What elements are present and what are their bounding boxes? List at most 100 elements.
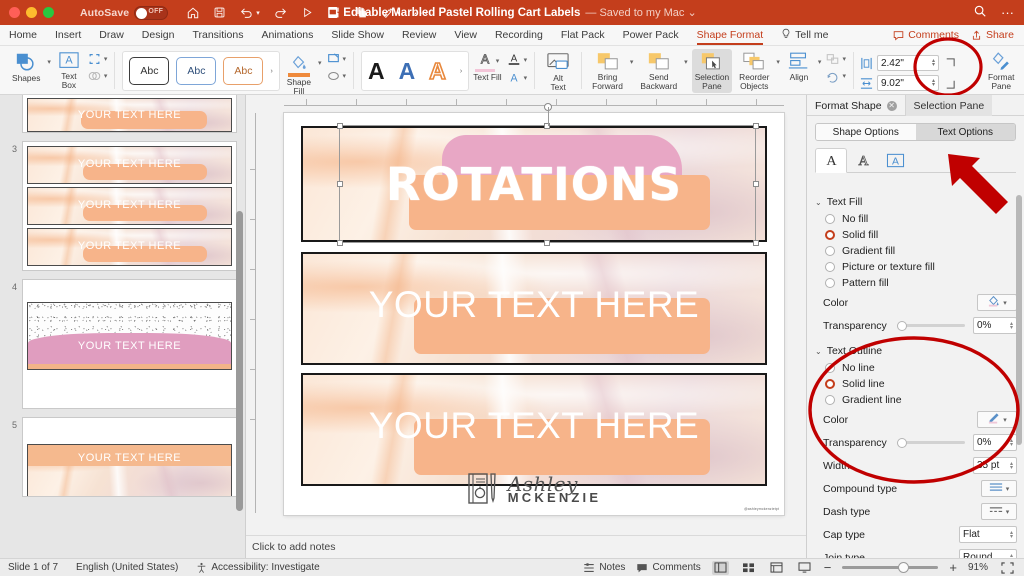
bring-forward-dropdown-icon[interactable]: ▾ bbox=[630, 58, 634, 66]
text-fill-picture-fill[interactable]: Picture or texture fill bbox=[807, 259, 1024, 275]
search-icon[interactable] bbox=[973, 4, 987, 21]
width-stepper[interactable]: ▴ ▾ bbox=[1010, 461, 1013, 471]
text-outline-dropdown-icon[interactable]: ▾ bbox=[524, 56, 528, 64]
selection-pane-tab[interactable]: Selection Pane bbox=[904, 95, 993, 116]
chevron-down-icon[interactable]: ⌄ bbox=[815, 198, 822, 207]
send-backward-dropdown-icon[interactable]: ▾ bbox=[684, 58, 688, 66]
slide-canvas[interactable]: ROTATIONS YOUR TEXT HERE YOUR TEXT HERE … bbox=[284, 103, 784, 515]
rotate-objects-button[interactable]: ▾ bbox=[825, 69, 846, 83]
color-dropdown-icon[interactable]: ▾ bbox=[1003, 299, 1007, 307]
thumbnail-row[interactable]: 5 YOUR TEXT HERE bbox=[0, 413, 245, 501]
close-window-button[interactable] bbox=[9, 7, 20, 18]
text-outline-transparency-input[interactable]: 0% ▴ ▾ bbox=[973, 434, 1017, 451]
tab-slide-show[interactable]: Slide Show bbox=[322, 25, 393, 46]
share-button[interactable]: Share bbox=[971, 29, 1014, 41]
slide-thumbnail-5[interactable]: YOUR TEXT HERE bbox=[22, 417, 237, 497]
notes-button[interactable]: Notes bbox=[583, 562, 625, 574]
close-icon[interactable]: ✕ bbox=[886, 100, 897, 111]
slide-thumbnail-3[interactable]: YOUR TEXT HERE YOUR TEXT HERE YOUR TEXT … bbox=[22, 141, 237, 271]
radio-icon[interactable] bbox=[825, 363, 835, 373]
alt-text-button[interactable]: Alt Text bbox=[542, 49, 574, 94]
text-fill-solid-fill[interactable]: Solid fill bbox=[807, 227, 1024, 243]
document-saved-status[interactable]: — Saved to my Mac ⌄ bbox=[585, 6, 696, 19]
format-shape-tab[interactable]: Format Shape ✕ bbox=[807, 95, 905, 116]
home-icon[interactable] bbox=[186, 6, 200, 20]
tab-animations[interactable]: Animations bbox=[252, 25, 322, 46]
text-outline-color-button[interactable]: ▾ bbox=[977, 411, 1017, 428]
slide-thumbnail-2[interactable]: YOUR TEXT HERE bbox=[22, 95, 237, 133]
transparency-stepper[interactable]: ▴ ▾ bbox=[1010, 321, 1013, 331]
minimize-window-button[interactable] bbox=[26, 7, 37, 18]
join-type-select[interactable]: Round ▴▾ bbox=[959, 549, 1017, 558]
fit-slide-button[interactable] bbox=[999, 561, 1016, 575]
tab-shape-format[interactable]: Shape Format bbox=[688, 25, 773, 46]
reorder-objects-button[interactable]: Reorder Objects bbox=[736, 49, 772, 93]
slide-label-3[interactable]: YOUR TEXT HERE bbox=[301, 373, 767, 486]
text-outline-transparency-slider[interactable] bbox=[897, 437, 965, 448]
radio-icon[interactable] bbox=[825, 395, 835, 405]
shape-effects-dropdown-icon[interactable]: ▾ bbox=[343, 72, 347, 80]
text-fill-section-header[interactable]: ⌄ Text Fill bbox=[807, 191, 1024, 211]
radio-icon[interactable] bbox=[825, 246, 835, 256]
shape-style-2[interactable]: Abc bbox=[176, 57, 217, 85]
tab-review[interactable]: Review bbox=[393, 25, 445, 46]
group-objects-dropdown-icon[interactable]: ▾ bbox=[842, 55, 846, 63]
resize-handle-ne[interactable] bbox=[752, 122, 759, 129]
cap-type-select[interactable]: Flat ▴ ▾ bbox=[959, 526, 1017, 543]
dash-type-button[interactable]: ▾ bbox=[981, 503, 1017, 520]
wordart-style-3[interactable]: A bbox=[428, 58, 446, 84]
document-title[interactable]: Editable Marbled Pastel Rolling Cart Lab… bbox=[327, 6, 697, 19]
change-shape-dropdown-icon[interactable]: ▾ bbox=[104, 55, 108, 63]
shape-outline-dropdown-icon[interactable]: ▾ bbox=[343, 55, 347, 63]
zoom-out-button[interactable]: − bbox=[824, 561, 832, 574]
undo-icon[interactable]: ▾ bbox=[239, 6, 260, 19]
tab-insert[interactable]: Insert bbox=[46, 25, 90, 46]
thumbnail-scrollbar[interactable] bbox=[236, 211, 243, 511]
comments-status-button[interactable]: Comments bbox=[636, 562, 701, 574]
shapes-dropdown-icon[interactable]: ▾ bbox=[47, 58, 51, 66]
text-outline-no-line[interactable]: No line bbox=[807, 360, 1024, 376]
height-stepper[interactable]: ▴ ▾ bbox=[932, 58, 935, 68]
present-icon[interactable] bbox=[301, 6, 314, 19]
slide-sorter-view-button[interactable] bbox=[740, 561, 757, 575]
send-backward-button[interactable]: Send Backward bbox=[637, 49, 680, 93]
text-outline-button[interactable]: A ▾ bbox=[506, 52, 528, 67]
width-stepper[interactable]: ▴ ▾ bbox=[932, 78, 935, 88]
tab-flat-pack[interactable]: Flat Pack bbox=[552, 25, 614, 46]
merge-shapes-dropdown-icon[interactable]: ▾ bbox=[104, 72, 108, 80]
selection-box[interactable] bbox=[336, 103, 759, 246]
radio-icon[interactable] bbox=[825, 262, 835, 272]
tab-home[interactable]: Home bbox=[0, 25, 46, 46]
thumbnail-row[interactable]: 3 YOUR TEXT HERE YOUR TEXT HERE YOUR TEX… bbox=[0, 137, 245, 275]
slider-knob[interactable] bbox=[897, 320, 907, 331]
compound-type-button[interactable]: ▾ bbox=[981, 480, 1017, 497]
tab-design[interactable]: Design bbox=[133, 25, 184, 46]
text-fill-dropdown-icon[interactable]: ▾ bbox=[496, 57, 500, 65]
shape-width-input[interactable]: 9.02" ▴ ▾ bbox=[876, 75, 939, 91]
thumbnail-row[interactable]: 2 YOUR TEXT HERE bbox=[0, 95, 245, 137]
chevron-down-icon[interactable]: ⌄ bbox=[815, 347, 822, 356]
text-fill-transparency-input[interactable]: 0% ▴ ▾ bbox=[973, 317, 1017, 334]
shape-style-1[interactable]: Abc bbox=[129, 57, 170, 85]
tab-power-pack[interactable]: Power Pack bbox=[614, 25, 688, 46]
text-box-button[interactable]: A Text Box bbox=[55, 49, 83, 92]
zoom-slider[interactable] bbox=[842, 562, 939, 573]
slide-thumbnail-pane[interactable]: 2 YOUR TEXT HERE 3 YOUR TEXT HERE YOUR T… bbox=[0, 95, 246, 558]
slide-thumbnail-4[interactable]: YOUR TEXT HERE bbox=[22, 279, 237, 409]
text-fill-color-button[interactable]: ▾ bbox=[977, 294, 1017, 311]
transparency-stepper[interactable]: ▴ ▾ bbox=[1010, 438, 1013, 448]
format-pane-body[interactable]: ⌄ Text Fill No fill Solid fill Gradient … bbox=[807, 191, 1024, 558]
autosave-toggle[interactable]: OFF bbox=[134, 5, 169, 20]
bring-forward-button[interactable]: Bring Forward bbox=[589, 49, 626, 93]
tab-recording[interactable]: Recording bbox=[486, 25, 552, 46]
format-pane-button[interactable]: Format Pane bbox=[985, 49, 1018, 93]
text-effects-dropdown-icon[interactable]: ▾ bbox=[524, 74, 528, 82]
radio-icon[interactable] bbox=[825, 214, 835, 224]
tell-me-button[interactable]: Tell me bbox=[772, 28, 837, 43]
resize-handle-nw[interactable] bbox=[336, 122, 343, 129]
text-fill-transparency-slider[interactable] bbox=[897, 320, 965, 331]
normal-view-button[interactable] bbox=[711, 560, 729, 575]
slider-knob[interactable] bbox=[897, 437, 907, 448]
text-fill-gradient-fill[interactable]: Gradient fill bbox=[807, 243, 1024, 259]
wordart-style-2[interactable]: A bbox=[399, 59, 416, 83]
